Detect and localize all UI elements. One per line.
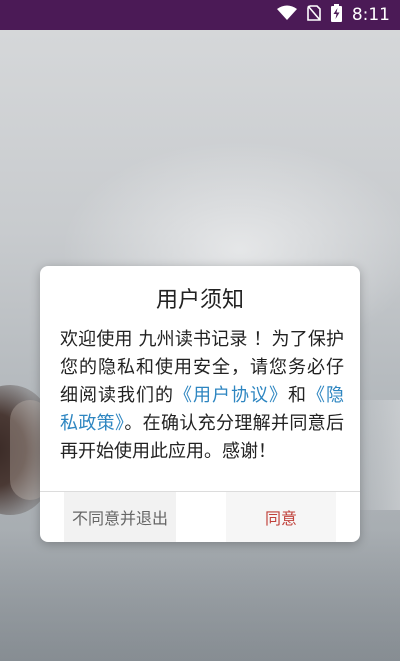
wifi-icon — [276, 5, 297, 25]
status-time: 8:11 — [351, 5, 390, 25]
user-notice-dialog: 用户须知 欢迎使用 九州读书记录 ！为了保护您的隐私和使用安全，请您务必仔细阅读… — [40, 266, 360, 542]
background-table — [0, 530, 400, 661]
app-screen: 8:11 用户须知 欢迎使用 九州读书记录 ！为了保护您的隐私和使用安全，请您务… — [0, 0, 400, 661]
battery-charging-icon — [330, 4, 342, 26]
no-sim-icon — [307, 5, 321, 25]
user-agreement-link[interactable]: 《用户协议》 — [174, 385, 288, 406]
agree-button[interactable]: 同意 — [226, 492, 336, 542]
body-text-and: 和 — [288, 385, 307, 406]
dialog-body: 欢迎使用 九州读书记录 ！为了保护您的隐私和使用安全，请您务必仔细阅读我们的《用… — [60, 326, 344, 466]
dialog-title: 用户须知 — [155, 288, 244, 313]
status-bar: 8:11 — [0, 0, 400, 30]
decline-exit-button[interactable]: 不同意并退出 — [64, 492, 176, 542]
